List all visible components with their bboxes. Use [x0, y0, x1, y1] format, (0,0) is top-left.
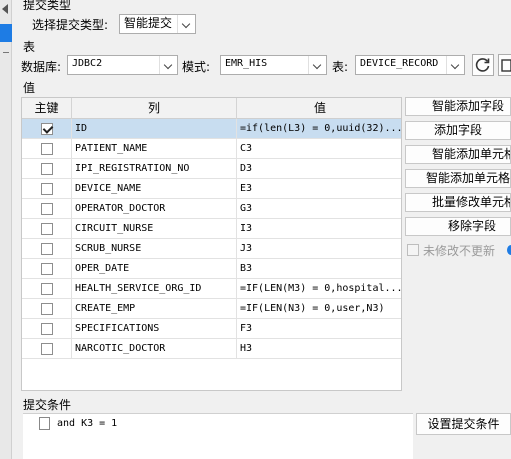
column-name[interactable]: OPERATOR_DOCTOR	[72, 199, 237, 219]
table-row[interactable]: SPECIFICATIONS F3	[22, 319, 401, 339]
column-name[interactable]: PATIENT_NAME	[72, 139, 237, 159]
schema-label: 模式:	[182, 60, 211, 74]
table-row[interactable]: NARCOTIC_DOCTOR H3	[22, 339, 401, 359]
smart-add-cell-group-button[interactable]: 智能添加单元格组	[405, 169, 511, 188]
values-grid[interactable]: 主键 列 值 ID =if(len(L3) = 0,uuid(32)... PA…	[21, 97, 402, 391]
refresh-icon	[475, 58, 490, 72]
column-value[interactable]: =IF(LEN(M3) = 0,hospital...	[237, 279, 401, 299]
column-name[interactable]: ID	[72, 119, 237, 139]
table-row[interactable]: IPI_REGISTRATION_NO D3	[22, 159, 401, 179]
column-value[interactable]: =if(len(L3) = 0,uuid(32)...	[237, 119, 401, 139]
column-name[interactable]: NARCOTIC_DOCTOR	[72, 339, 237, 359]
column-name[interactable]: OPER_DATE	[72, 259, 237, 279]
section-title-table: 表	[23, 40, 36, 54]
primary-key-checkbox[interactable]	[41, 323, 53, 335]
column-name[interactable]: CIRCUIT_NURSE	[72, 219, 237, 239]
column-name[interactable]: DEVICE_NAME	[72, 179, 237, 199]
chevron-down-icon[interactable]	[446, 56, 464, 74]
table-label: 表:	[332, 60, 349, 74]
column-value[interactable]: F3	[237, 319, 401, 339]
table-row[interactable]: OPERATOR_DOCTOR G3	[22, 199, 401, 219]
chevron-down-icon[interactable]	[308, 56, 326, 74]
column-value[interactable]: G3	[237, 199, 401, 219]
column-header-column[interactable]: 列	[72, 98, 237, 119]
column-value[interactable]: B3	[237, 259, 401, 279]
remove-field-button[interactable]: 移除字段	[405, 217, 511, 236]
chevron-down-icon[interactable]	[177, 15, 195, 33]
commit-type-select[interactable]: 智能提交	[119, 14, 196, 34]
column-name[interactable]: HEALTH_SERVICE_ORG_ID	[72, 279, 237, 299]
batch-edit-cell-button[interactable]: 批量修改单元格	[405, 193, 511, 212]
condition-tree[interactable]: and K3 = 1	[23, 413, 413, 459]
column-value[interactable]: I3	[237, 219, 401, 239]
column-value[interactable]: J3	[237, 239, 401, 259]
database-select[interactable]: JDBC2	[67, 55, 178, 75]
column-name[interactable]: IPI_REGISTRATION_NO	[72, 159, 237, 179]
table-value: DEVICE_RECORD	[360, 58, 439, 69]
chevron-down-icon[interactable]	[159, 56, 177, 74]
add-field-button[interactable]: 添加字段	[405, 121, 511, 140]
primary-key-checkbox[interactable]	[41, 243, 53, 255]
primary-key-checkbox[interactable]	[41, 343, 53, 355]
primary-key-checkbox[interactable]	[41, 143, 53, 155]
divider	[3, 52, 9, 53]
table-row[interactable]: CIRCUIT_NURSE I3	[22, 219, 401, 239]
section-title-commit-condition: 提交条件	[23, 398, 72, 412]
left-panel-strip	[0, 0, 12, 459]
table-row[interactable]: HEALTH_SERVICE_ORG_ID =IF(LEN(M3) = 0,ho…	[22, 279, 401, 299]
document-icon	[39, 417, 50, 430]
table-select[interactable]: DEVICE_RECORD	[355, 55, 465, 75]
refresh-button[interactable]	[472, 54, 494, 76]
database-label: 数据库:	[21, 60, 62, 74]
table-row[interactable]: CREATE_EMP =IF(LEN(N3) = 0,user,N3)	[22, 299, 401, 319]
column-name[interactable]: SPECIFICATIONS	[72, 319, 237, 339]
column-header-key[interactable]: 主键	[22, 98, 72, 119]
set-commit-condition-button[interactable]: 设置提交条件	[416, 413, 511, 435]
column-value[interactable]: H3	[237, 339, 401, 359]
table-row[interactable]: ID =if(len(L3) = 0,uuid(32)...	[22, 119, 401, 139]
column-name[interactable]: CREATE_EMP	[72, 299, 237, 319]
condition-text: and K3 = 1	[57, 418, 118, 429]
condition-item[interactable]: and K3 = 1	[39, 416, 117, 432]
commit-type-label: 选择提交类型:	[32, 18, 109, 32]
column-name[interactable]: SCRUB_NURSE	[72, 239, 237, 259]
primary-key-checkbox[interactable]	[41, 203, 53, 215]
edit-button[interactable]	[498, 54, 511, 76]
schema-select[interactable]: EMR_HIS	[220, 55, 327, 75]
database-value: JDBC2	[72, 58, 103, 69]
section-title-commit-type: 提交类型	[23, 0, 72, 12]
edit-icon	[501, 59, 511, 72]
info-icon[interactable]	[507, 245, 511, 255]
active-marker	[0, 24, 12, 42]
no-update-unchanged-checkbox[interactable]	[407, 244, 419, 256]
table-row[interactable]: SCRUB_NURSE J3	[22, 239, 401, 259]
primary-key-checkbox[interactable]	[41, 183, 53, 195]
primary-key-checkbox[interactable]	[41, 263, 53, 275]
column-header-value[interactable]: 值	[237, 98, 401, 119]
collapse-arrow-icon[interactable]	[2, 4, 8, 14]
column-value[interactable]: C3	[237, 139, 401, 159]
grid-header: 主键 列 值	[22, 98, 401, 119]
section-title-values: 值	[23, 81, 36, 95]
primary-key-checkbox[interactable]	[41, 163, 53, 175]
column-value[interactable]: E3	[237, 179, 401, 199]
column-value[interactable]: =IF(LEN(N3) = 0,user,N3)	[237, 299, 401, 319]
primary-key-checkbox[interactable]	[41, 123, 53, 135]
smart-add-field-button[interactable]: 智能添加字段	[405, 97, 511, 116]
table-row[interactable]: DEVICE_NAME E3	[22, 179, 401, 199]
smart-add-cell-button[interactable]: 智能添加单元格	[405, 145, 511, 164]
table-row[interactable]: OPER_DATE B3	[22, 259, 401, 279]
column-value[interactable]: D3	[237, 159, 401, 179]
no-update-unchanged-label: 未修改不更新	[423, 244, 496, 258]
primary-key-checkbox[interactable]	[41, 283, 53, 295]
table-row[interactable]: PATIENT_NAME C3	[22, 139, 401, 159]
primary-key-checkbox[interactable]	[41, 223, 53, 235]
primary-key-checkbox[interactable]	[41, 303, 53, 315]
